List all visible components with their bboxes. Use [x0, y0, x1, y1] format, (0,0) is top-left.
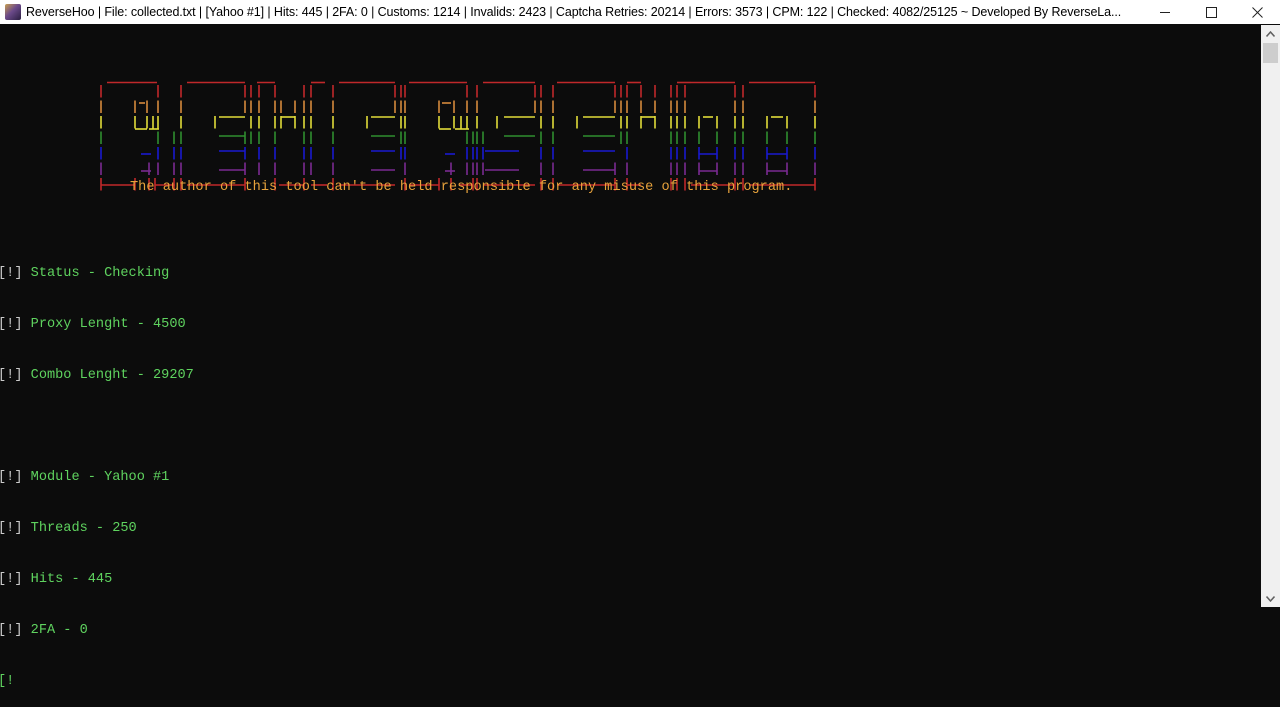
maximize-button[interactable] [1188, 0, 1234, 24]
line-prefix: [!] [0, 317, 23, 332]
ascii-banner-art [100, 81, 816, 191]
status-lines: [!] Status - Checking [!] Proxy Lenght -… [0, 231, 194, 707]
clipped-bottom-row [0, 598, 1261, 607]
vertical-scrollbar[interactable] [1261, 25, 1280, 607]
chevron-up-icon [1266, 30, 1275, 37]
chevron-down-icon [1266, 595, 1275, 602]
scroll-thumb[interactable] [1263, 43, 1278, 63]
minimize-icon [1159, 11, 1170, 13]
hits-line: [!] Hits - 445 [0, 571, 194, 588]
ascii-banner [99, 81, 821, 191]
line-prefix: [! [0, 674, 15, 689]
line-prefix: [!] [0, 521, 23, 536]
line-prefix: [!] [0, 572, 23, 587]
line-text: Status - Checking [30, 266, 170, 281]
scroll-down-button[interactable] [1261, 590, 1280, 607]
line-prefix: [!] [0, 368, 23, 383]
scroll-up-button[interactable] [1261, 25, 1280, 42]
proxy-length-line: [!] Proxy Lenght - 4500 [0, 316, 194, 333]
status-line: [!] Status - Checking [0, 265, 194, 282]
line-prefix: [!] [0, 470, 23, 485]
line-text: Proxy Lenght - 4500 [30, 317, 186, 332]
disclaimer-text: The author of this tool can't be held re… [130, 180, 793, 195]
line-prefix: [!] [0, 623, 23, 638]
threads-line: [!] Threads - 250 [0, 520, 194, 537]
close-button[interactable] [1234, 0, 1280, 24]
window-title: ReverseHoo | File: collected.txt | [Yaho… [26, 5, 1122, 19]
close-icon [1251, 6, 1263, 18]
maximize-icon [1205, 6, 1217, 18]
line-text: Threads - 250 [30, 521, 137, 536]
line-text: 2FA - 0 [30, 623, 88, 638]
twofa-line: [!] 2FA - 0 [0, 622, 194, 639]
window-controls [1142, 0, 1280, 24]
combo-length-line: [!] Combo Lenght - 29207 [0, 367, 194, 384]
line-text: Combo Lenght - 29207 [30, 368, 194, 383]
minimize-button[interactable] [1142, 0, 1188, 24]
line-text: Module - Yahoo #1 [30, 470, 170, 485]
title-bar[interactable]: ReverseHoo | File: collected.txt | [Yaho… [0, 0, 1280, 24]
app-icon [5, 4, 21, 20]
line-prefix: [!] [0, 266, 23, 281]
module-line: [!] Module - Yahoo #1 [0, 469, 194, 486]
line-text: Hits - 445 [30, 572, 113, 587]
partial-line: [! [0, 673, 194, 690]
